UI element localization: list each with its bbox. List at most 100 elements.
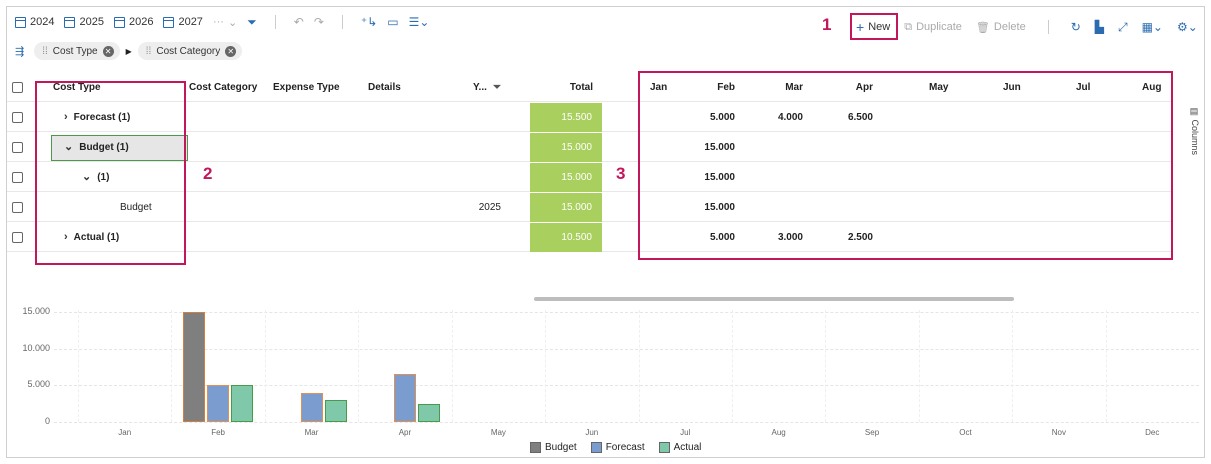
total-cell[interactable]: 15.000 [530,163,602,192]
divider [1047,20,1049,34]
total-cell[interactable]: 15.500 [530,103,602,132]
total-cell[interactable]: 15.000 [530,133,602,162]
bar-forecast[interactable] [393,374,416,422]
new-button[interactable]: + New [856,19,890,35]
year-label: 2026 [128,16,154,28]
year-label: 2025 [79,16,104,28]
annotation-box-2 [35,81,186,265]
legend-label: Forecast [605,442,645,453]
divider [341,15,343,29]
calendar-icon [15,16,26,28]
legend-item-actual[interactable]: Actual [658,442,701,453]
x-tick-label: Oct [959,428,972,437]
x-tick-label: Aug [771,428,786,437]
header-expense-type[interactable]: Expense Type [273,73,340,102]
x-tick-label: Apr [398,428,412,437]
annotation-2: 2 [203,164,213,183]
row-checkbox[interactable] [12,112,23,123]
row-checkbox[interactable] [12,232,23,243]
header-cost-category[interactable]: Cost Category [189,73,257,102]
add-child-icon[interactable]: ⁺↳ [361,16,377,28]
more-label: ··· [212,16,224,28]
clear-filter-icon[interactable]: ⏷ [247,16,257,28]
year-label: 2024 [30,16,55,28]
form-view-icon[interactable]: ▭ [387,16,398,28]
year-2024-button[interactable]: 2024 [15,16,54,28]
year-value[interactable]: 2025 [467,193,501,222]
total-value: 15.000 [561,142,592,153]
undo-icon[interactable]: ↶ [294,16,304,28]
total-value: 15.000 [561,172,592,183]
x-gridline [1105,310,1107,422]
bar-budget[interactable] [183,312,206,422]
y-tick-label: 10.000 [22,342,50,353]
legend-item-forecast[interactable]: Forecast [590,442,645,453]
y-tick-label: 0 [44,416,50,426]
excel-icon[interactable]: ▦⌄ [1142,21,1163,33]
x-tick-label: May [490,428,506,437]
y-gridline [54,312,1199,313]
legend-swatch [590,442,602,453]
close-icon[interactable]: ✕ [102,45,114,57]
x-gridline [78,310,79,422]
columns-panel-tab[interactable]: ▤ Columns [1190,107,1200,155]
total-value: 15.500 [561,112,592,123]
bar-forecast[interactable] [207,385,230,422]
duplicate-label: Duplicate [916,21,962,33]
header-total[interactable]: Total [527,73,593,102]
legend-swatch [530,442,541,453]
trash-icon: 🗑 [975,21,990,34]
year-2025-button[interactable]: 2025 [64,16,104,28]
expand-icon[interactable]: ⤢ [1118,21,1128,33]
chevron-down-icon: ⌄ [227,16,238,29]
header-details[interactable]: Details [368,73,401,102]
chip-label: Cost Type [52,45,98,57]
grip-icon: ⁞⁞ [42,45,48,57]
row-checkbox[interactable] [12,172,23,183]
year-2027-button[interactable]: 2027 [163,16,203,28]
duplicate-button[interactable]: ⧉ Duplicate [904,21,962,34]
close-icon[interactable]: ✕ [225,45,237,57]
arrow-right-icon: ▶ [125,46,132,56]
columns-icon: ▤ [1190,107,1200,120]
settings-icon[interactable]: ⚙⌄ [1177,21,1198,33]
horizontal-scrollbar[interactable] [534,297,1014,301]
header-year[interactable]: Y... [473,73,487,102]
bar-chart: 15.000 10.000 5.000 0 Jan Feb Mar Apr May Jun Jul A… [14,302,1204,458]
total-value: 10.500 [561,232,592,243]
x-tick-label: Jan [118,428,132,437]
redo-icon[interactable]: ↷ [314,16,324,28]
group-chip-cost-category[interactable]: ⁞⁞ Cost Category ✕ [137,42,243,60]
x-gridline [171,310,173,422]
select-all-checkbox[interactable] [12,82,23,93]
refresh-icon[interactable]: ↻ [1071,21,1081,33]
delete-button[interactable]: 🗑 Delete [976,21,1026,34]
x-gridline [731,310,733,422]
chip-label: Cost Category [156,45,221,57]
bar-actual[interactable] [417,403,440,422]
calendar-icon [163,16,175,28]
x-gridline [918,310,920,422]
x-gridline [451,310,453,422]
chart-icon[interactable]: ▙ [1095,21,1104,33]
total-cell[interactable]: 10.500 [530,223,602,252]
divider [274,15,276,29]
toolbar: 2024 2025 2026 2027 ··· ⌄ ⏷ ↶ ↷ ⁺↳ ▭ ☰⌄ 1… [7,7,1204,40]
x-gridline [1012,310,1014,422]
group-chip-cost-type[interactable]: ⁞⁞ Cost Type ✕ [34,42,120,60]
new-label: New [868,21,891,33]
legend-item-budget[interactable]: Budget [530,442,577,453]
bar-actual[interactable] [231,385,254,422]
more-years-button[interactable]: ··· ⌄ [213,16,237,29]
filter-icon[interactable]: ⏷ [493,73,501,102]
total-cell[interactable]: 15.000 [530,193,602,222]
annotation-box-3 [638,71,1173,260]
duplicate-icon: ⧉ [904,20,913,33]
bar-actual[interactable] [324,400,347,422]
delete-label: Delete [993,21,1026,33]
row-checkbox[interactable] [12,142,23,153]
list-view-icon[interactable]: ☰⌄ [409,16,430,28]
bar-forecast[interactable] [300,392,323,422]
row-checkbox[interactable] [12,202,23,213]
year-2026-button[interactable]: 2026 [113,16,154,28]
